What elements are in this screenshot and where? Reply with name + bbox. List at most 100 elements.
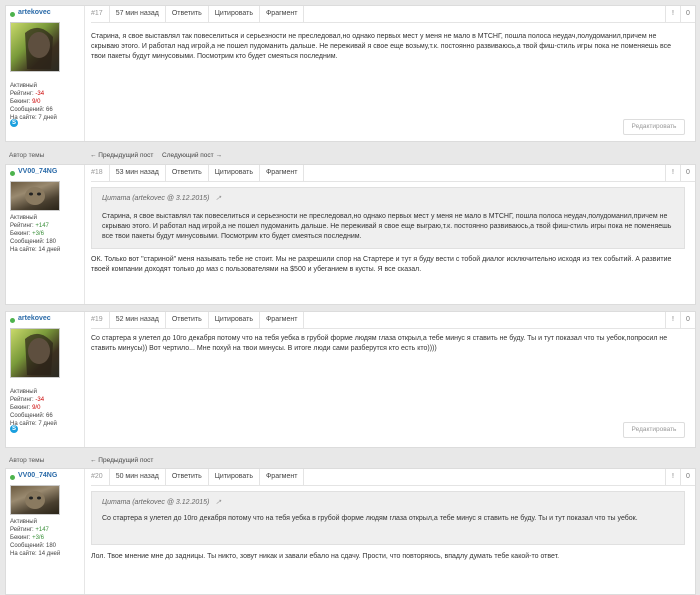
user-status: Активный: [10, 83, 37, 89]
toolbar-spacer: [304, 469, 665, 485]
avatar-image: [25, 187, 45, 205]
post-toolbar: #17 57 мин назад Ответить Цитировать Фра…: [91, 6, 695, 23]
username-link[interactable]: artekovec: [18, 315, 51, 322]
days-on-site: На сайте: 14 дней: [10, 247, 61, 253]
user-sidebar: artekovec Активный Рейтинг: -34 Бекинг: …: [6, 312, 85, 447]
online-indicator: [10, 171, 15, 176]
username-link[interactable]: VV00_74NG: [18, 168, 57, 175]
reply-button[interactable]: Ответить: [166, 6, 209, 22]
post-rating-count[interactable]: 0: [680, 165, 695, 181]
skype-icon[interactable]: S: [10, 425, 18, 433]
user-sidebar: artekovec Активный Рейтинг: -34 Бекинг: …: [6, 6, 85, 141]
quote-block: Цитата (artekovec @ 3.12.2015) ↗ Старина…: [91, 187, 685, 249]
user-status: Активный: [10, 519, 37, 525]
post-text: Старина, я свое выставлял так повеселить…: [91, 33, 672, 60]
online-indicator: [10, 475, 15, 480]
quote-button[interactable]: Цитировать: [209, 165, 260, 181]
next-post-link[interactable]: Следующий пост →: [162, 152, 222, 159]
avatar[interactable]: [10, 485, 60, 515]
topic-author-label: Автор темы: [9, 457, 45, 464]
rating-value: +147: [35, 527, 49, 533]
post-toolbar: #18 53 мин назад Ответить Цитировать Фра…: [91, 165, 695, 182]
post-rating-count[interactable]: 0: [680, 469, 695, 485]
quote-text: Со стартера я улетел до 10го декабря пот…: [102, 515, 638, 522]
bekint-label: Бекинг:: [10, 535, 31, 541]
bekint-value: +3/6: [32, 231, 44, 237]
topic-author-label: Автор темы: [9, 152, 45, 159]
previous-post-link[interactable]: ← Предыдущий пост: [90, 152, 153, 159]
quote-author: Цитата (artekovec @ 3.12.2015): [102, 499, 210, 506]
report-button[interactable]: !: [665, 312, 680, 328]
toolbar-spacer: [304, 6, 665, 22]
quote-link-icon[interactable]: ↗: [215, 499, 221, 506]
bekint-value: +3/6: [32, 535, 44, 541]
post-rating-count[interactable]: 0: [680, 312, 695, 328]
user-status: Активный: [10, 215, 37, 221]
quote-button[interactable]: Цитировать: [209, 469, 260, 485]
avatar-image: [25, 27, 53, 69]
post-time: 50 мин назад: [110, 469, 166, 485]
messages-count: Сообщений: 66: [10, 413, 53, 419]
post-number[interactable]: #20: [91, 469, 110, 485]
quote-author: Цитата (artekovec @ 3.12.2015): [102, 195, 210, 202]
reply-button[interactable]: Ответить: [166, 469, 209, 485]
post-toolbar: #19 52 мин назад Ответить Цитировать Фра…: [91, 312, 695, 329]
bekint-value: 9/0: [32, 99, 41, 105]
quote-button[interactable]: Цитировать: [209, 312, 260, 328]
user-stats: Активный Рейтинг: -34 Бекинг: 9/0 Сообще…: [10, 388, 57, 428]
post-text: Лол. Твое мнение мне до задницы. Ты никт…: [91, 553, 560, 560]
rating-label: Рейтинг:: [10, 397, 34, 403]
quote-link-icon[interactable]: ↗: [215, 195, 221, 202]
toolbar-spacer: [304, 312, 665, 328]
quote-header: Цитата (artekovec @ 3.12.2015) ↗: [102, 498, 221, 506]
post-toolbar: #20 50 мин назад Ответить Цитировать Фра…: [91, 469, 695, 486]
rating-value: +147: [35, 223, 49, 229]
quote-button[interactable]: Цитировать: [209, 6, 260, 22]
fragment-button[interactable]: Фрагмент: [260, 312, 305, 328]
post-time: 53 мин назад: [110, 165, 166, 181]
rating-label: Рейтинг:: [10, 527, 34, 533]
quote-header: Цитата (artekovec @ 3.12.2015) ↗: [102, 194, 221, 202]
bekint-value: 9/0: [32, 405, 41, 411]
username-link[interactable]: VV00_74NG: [18, 472, 57, 479]
user-sidebar: VV00_74NG Активный Рейтинг: +147 Бекинг:…: [6, 165, 85, 304]
fragment-button[interactable]: Фрагмент: [260, 6, 305, 22]
post-number[interactable]: #17: [91, 6, 110, 22]
report-button[interactable]: !: [665, 165, 680, 181]
post-number[interactable]: #19: [91, 312, 110, 328]
quote-block: Цитата (artekovec @ 3.12.2015) ↗ Со стар…: [91, 491, 685, 545]
rating-value: -34: [35, 397, 45, 403]
avatar[interactable]: [10, 181, 60, 211]
days-on-site: На сайте: 14 дней: [10, 551, 61, 557]
online-indicator: [10, 318, 15, 323]
edit-button[interactable]: Редактировать: [623, 422, 685, 438]
quote-text: Старина, я свое выставлял так повеселить…: [102, 213, 672, 240]
avatar[interactable]: [10, 328, 60, 378]
messages-count: Сообщений: 180: [10, 543, 57, 549]
rating-label: Рейтинг:: [10, 91, 34, 97]
reply-button[interactable]: Ответить: [166, 165, 209, 181]
fragment-button[interactable]: Фрагмент: [260, 469, 305, 485]
edit-button[interactable]: Редактировать: [623, 119, 685, 135]
user-stats: Активный Рейтинг: -34 Бекинг: 9/0 Сообще…: [10, 82, 57, 122]
post-text: ОК. Только вот "стариной" меня называть …: [91, 256, 672, 273]
post-rating-count[interactable]: 0: [680, 6, 695, 22]
post-19: artekovec Активный Рейтинг: -34 Бекинг: …: [5, 311, 696, 448]
user-stats: Активный Рейтинг: +147 Бекинг: +3/6 Сооб…: [10, 214, 60, 254]
report-button[interactable]: !: [665, 6, 680, 22]
report-button[interactable]: !: [665, 469, 680, 485]
rating-value: -34: [35, 91, 45, 97]
avatar[interactable]: [10, 22, 60, 72]
post-navigation: Автор темы ← Предыдущий пост: [5, 455, 694, 467]
username-link[interactable]: artekovec: [18, 9, 51, 16]
post-number[interactable]: #18: [91, 165, 110, 181]
messages-count: Сообщений: 66: [10, 107, 53, 113]
post-navigation: Автор темы ← Предыдущий пост Следующий п…: [5, 150, 694, 162]
previous-post-link[interactable]: ← Предыдущий пост: [90, 457, 153, 464]
post-time: 57 мин назад: [110, 6, 166, 22]
post-18: VV00_74NG Активный Рейтинг: +147 Бекинг:…: [5, 164, 696, 305]
bekint-label: Бекинг:: [10, 231, 31, 237]
reply-button[interactable]: Ответить: [166, 312, 209, 328]
skype-icon[interactable]: S: [10, 119, 18, 127]
fragment-button[interactable]: Фрагмент: [260, 165, 305, 181]
